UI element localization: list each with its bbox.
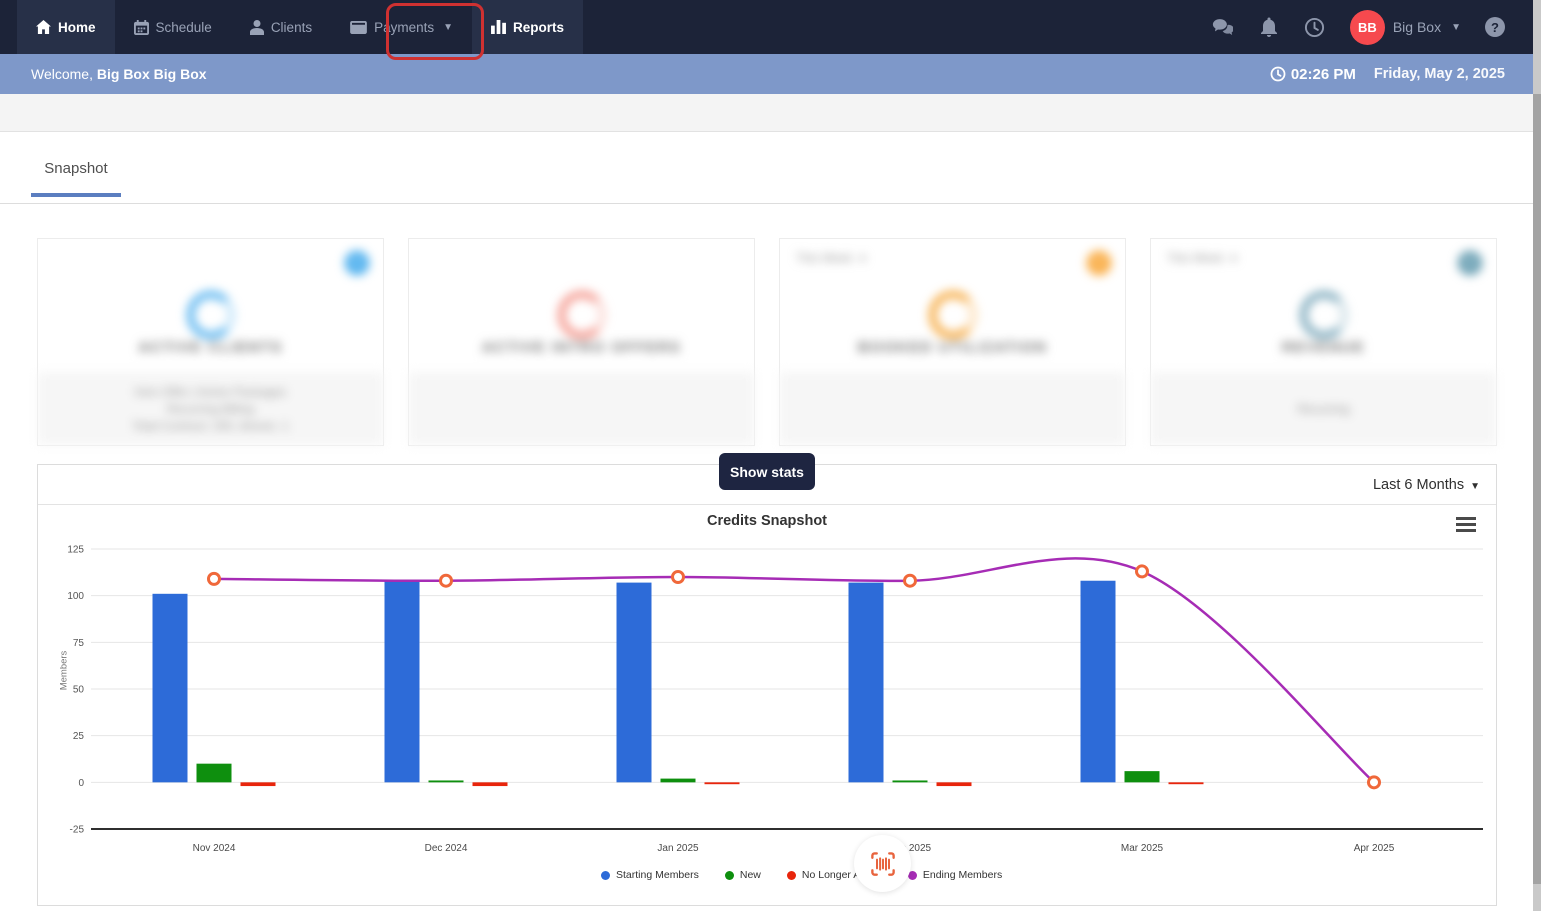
nav-item-label: Payments [374, 19, 435, 35]
credits-snapshot-chart: 125 100 75 50 25 0 -25 Nov 2024 Dec 2024 Jan 2025… [67, 545, 1483, 854]
legend-item-new[interactable]: New [724, 869, 761, 881]
legend-item-ending-members[interactable]: Ending Members [907, 869, 1003, 881]
navbar-right: BB Big Box ▼ ? [1212, 0, 1505, 54]
top-navbar: Home Schedule Clients Payments ▼ Reports BB B… [0, 0, 1533, 54]
svg-text:75: 75 [73, 638, 85, 649]
card-title: REVENUE [1281, 339, 1366, 356]
nav-item-label: Clients [270, 19, 313, 35]
caret-down-icon: ▼ [1451, 21, 1461, 33]
stat-card-revenue: This Week ▼ ✛ REVENUE Recurring [1150, 238, 1497, 446]
stat-card-active-intro-offers: ACTIVE INTRO OFFERS [408, 238, 755, 446]
caret-down-icon: ▼ [443, 21, 454, 33]
loading-spinner [186, 291, 235, 339]
page-scrollbar[interactable] [1533, 0, 1541, 911]
svg-text:50: 50 [73, 685, 85, 696]
show-stats-button[interactable]: Show stats [719, 453, 815, 490]
welcome-text: Welcome, Big Box Big Box [31, 66, 207, 82]
card-title: BOOKED UTILIZATION [857, 339, 1048, 356]
card-footer: Intro Offer | Active Packages Recurring B… [38, 372, 383, 445]
loading-spinner [1299, 291, 1348, 339]
reports-bar-chart-icon [491, 20, 506, 34]
nav-item-label: Home [58, 19, 96, 35]
card-footer [780, 372, 1125, 445]
nav-item-reports[interactable]: Reports [472, 0, 584, 54]
chart-panel: Last 6 Months ▼ Credits Snapshot Members… [37, 464, 1497, 906]
nav-item-schedule[interactable]: Schedule [115, 0, 231, 54]
svg-text:-25: -25 [70, 825, 85, 836]
svg-text:Dec 2024: Dec 2024 [425, 843, 468, 854]
barcode-scan-badge[interactable] [854, 835, 911, 892]
loading-spinner [557, 291, 606, 339]
current-date: Friday, May 2, 2025 [1373, 66, 1505, 82]
svg-text:0: 0 [78, 778, 84, 789]
nav-item-clients[interactable]: Clients [231, 0, 331, 54]
svg-text:Mar 2025: Mar 2025 [1121, 843, 1164, 854]
svg-text:Jan 2025: Jan 2025 [657, 843, 699, 854]
tab-row: Snapshot [0, 148, 1533, 204]
payments-card-icon [350, 20, 367, 34]
barcode-scan-icon [870, 851, 895, 876]
chat-icon[interactable] [1212, 16, 1234, 38]
clock-icon [1270, 66, 1286, 82]
svg-text:100: 100 [67, 591, 84, 602]
card-footer-line[interactable]: Total Contract: 200, Atomic: 1 [132, 419, 289, 433]
card-footer [409, 372, 754, 445]
user-name: Big Box [1392, 19, 1442, 35]
welcome-bar: Welcome, Big Box Big Box 02:26 PM Friday… [0, 54, 1533, 94]
help-icon[interactable]: ? [1485, 17, 1505, 37]
card-title: ACTIVE INTRO OFFERS [481, 339, 682, 356]
home-icon [36, 20, 51, 34]
nav-item-payments[interactable]: Payments ▼ [331, 0, 472, 54]
person-icon [249, 19, 264, 35]
scrollbar-thumb[interactable] [1533, 94, 1541, 884]
current-time: 02:26 PM [1270, 66, 1356, 83]
chart-legend: Starting Members New No Longer Active Endin… [601, 869, 1002, 881]
legend-item-starting-members[interactable]: Starting Members [601, 869, 699, 881]
card-settings-icon[interactable]: ✛ [1087, 251, 1111, 275]
nav-item-label: Schedule [155, 19, 212, 35]
calendar-icon [133, 19, 149, 35]
tab-snapshot[interactable]: Snapshot [31, 160, 121, 197]
legend-label: Starting Members [616, 869, 699, 881]
stat-cards-row: ✛ ACTIVE CLIENTS Intro Offer | Active Pa… [37, 238, 1497, 446]
recent-clock-icon[interactable] [1304, 16, 1326, 38]
card-period-dropdown[interactable]: This Week ▼ [796, 251, 868, 265]
user-menu[interactable]: BB Big Box ▼ [1349, 9, 1461, 45]
card-footer: Recurring [1151, 372, 1496, 445]
stat-card-booked-utilization: This Week ▼ ✛ BOOKED UTILIZATION [779, 238, 1126, 446]
card-settings-icon[interactable]: ✛ [345, 251, 369, 275]
card-title: ACTIVE CLIENTS [138, 339, 283, 356]
legend-dot [601, 870, 610, 880]
legend-label: New [739, 869, 761, 881]
card-period-dropdown[interactable]: This Week ▼ [1167, 251, 1239, 265]
stat-card-active-clients: ✛ ACTIVE CLIENTS Intro Offer | Active Pa… [37, 238, 384, 446]
card-footer-line[interactable]: Intro Offer | Active Packages [135, 385, 287, 399]
avatar[interactable]: BB [1349, 9, 1385, 45]
legend-dot [724, 870, 734, 880]
nav-items: Home Schedule Clients Payments ▼ Reports [17, 0, 584, 54]
svg-text:25: 25 [73, 731, 85, 742]
card-footer-line[interactable]: Recurring Billing [167, 402, 254, 416]
nav-item-label: Reports [513, 19, 565, 35]
legend-label: Ending Members [922, 869, 1003, 881]
caret-down-icon: ▼ [857, 254, 868, 265]
svg-text:Nov 2024: Nov 2024 [193, 843, 236, 854]
legend-dot [786, 870, 796, 880]
loading-spinner [928, 291, 977, 339]
caret-down-icon: ▼ [1228, 254, 1239, 265]
svg-text:125: 125 [67, 545, 84, 556]
svg-text:Apr 2025: Apr 2025 [1354, 843, 1395, 854]
welcome-user-name: Big Box Big Box [96, 66, 207, 82]
card-footer-line[interactable]: Recurring [1297, 402, 1349, 416]
notifications-bell-icon[interactable] [1258, 16, 1280, 38]
card-settings-icon[interactable]: ✛ [1458, 251, 1482, 275]
nav-item-home[interactable]: Home [17, 0, 115, 54]
background-band [0, 94, 1533, 131]
main-content: Snapshot ✛ ACTIVE CLIENTS Intro Offer | … [0, 131, 1533, 911]
